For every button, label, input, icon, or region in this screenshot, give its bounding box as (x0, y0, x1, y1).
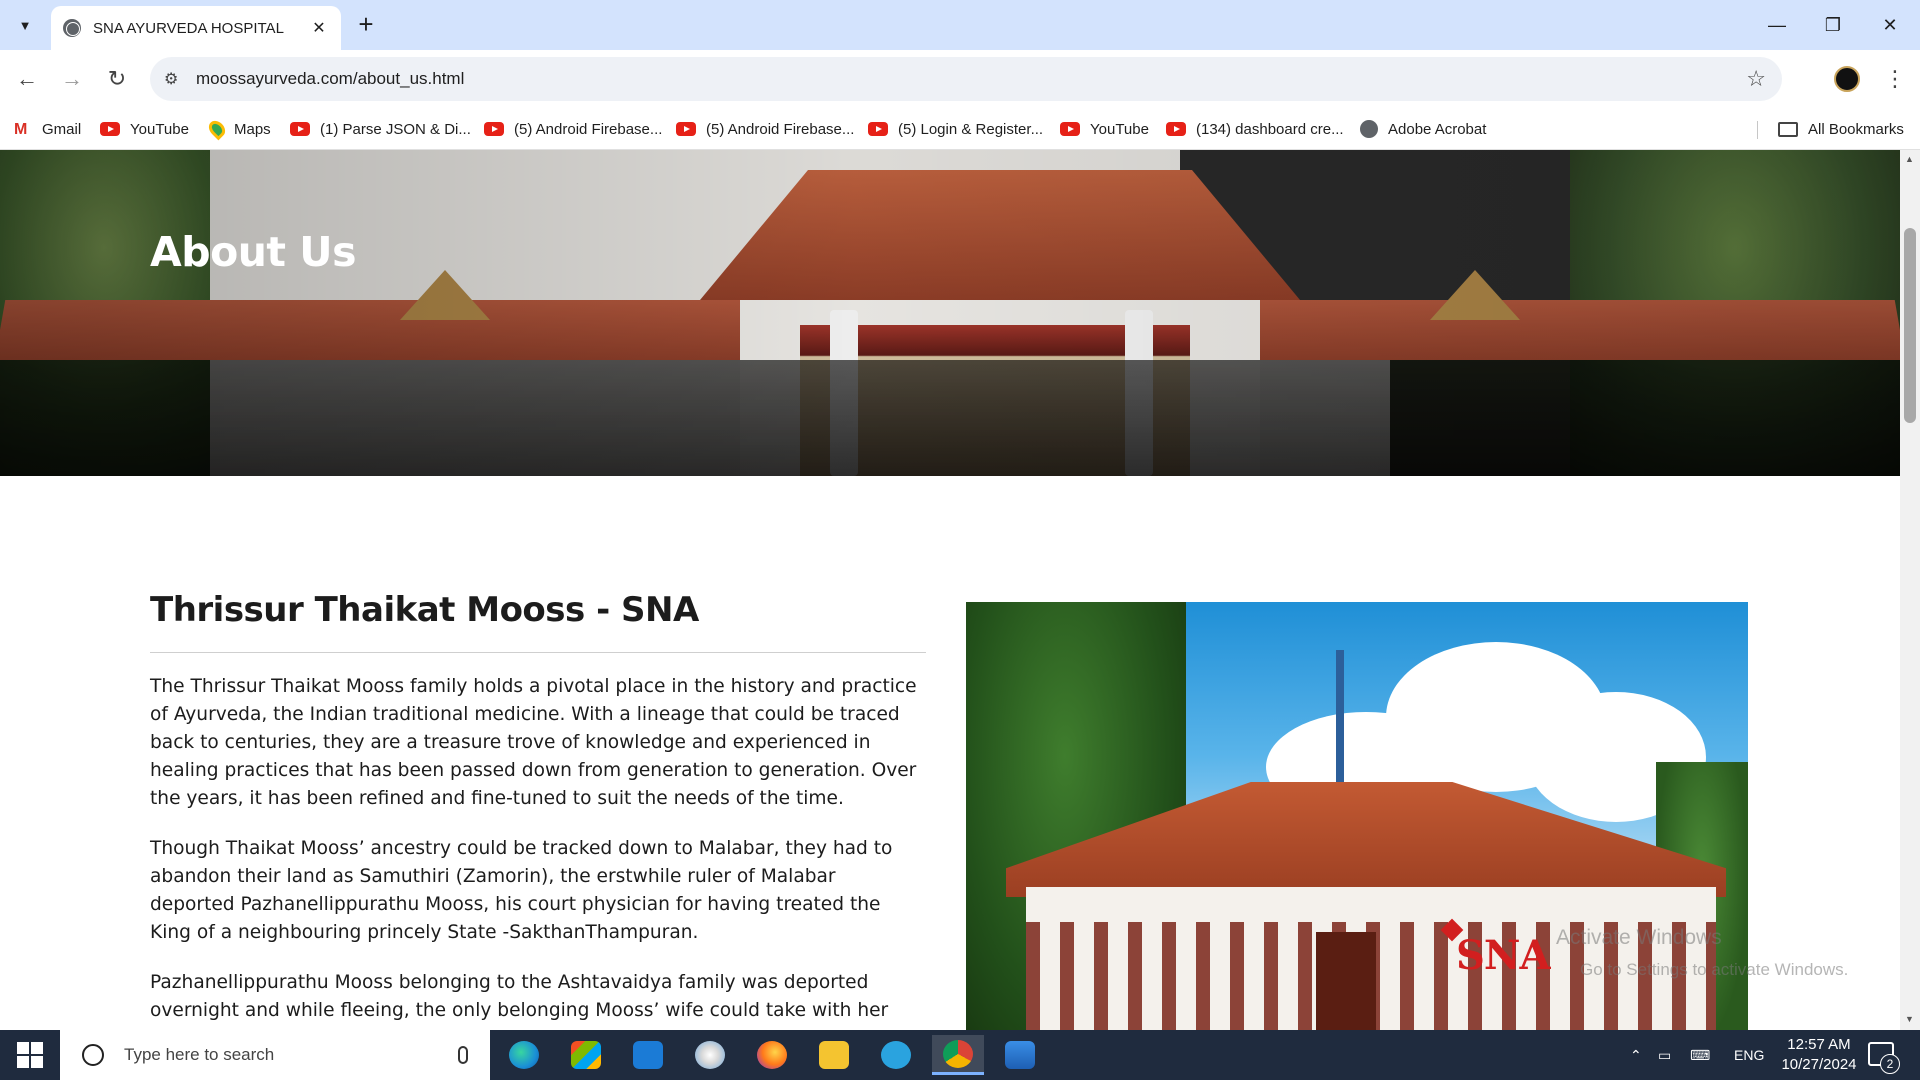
bookmark-youtube-2[interactable]: YouTube (1060, 117, 1149, 141)
tab-strip: ▼ SNA AYURVEDA HOSPITAL ✕ + — ❐ ✕ (0, 0, 1920, 50)
browser-toolbar: ← → ↻ ⚙ moossayurveda.com/about_us.html … (0, 50, 1920, 108)
paragraph: Though Thaikat Mooss’ ancestry could be … (150, 838, 893, 943)
gmail-icon: M (14, 120, 28, 138)
keyboard-icon[interactable]: ⌨ (1690, 1030, 1710, 1080)
folder-icon (1778, 121, 1798, 137)
scroll-up-icon[interactable]: ▲ (1905, 154, 1914, 164)
scroll-thumb[interactable] (1904, 228, 1916, 423)
language-indicator[interactable]: ENG (1734, 1030, 1764, 1080)
chevron-down-icon: ▼ (18, 17, 32, 33)
bookmark-android-firebase-2[interactable]: (5) Android Firebase... (676, 117, 854, 141)
windows-logo-icon (31, 1042, 43, 1054)
youtube-icon (1166, 122, 1186, 136)
close-window-button[interactable]: ✕ (1870, 8, 1910, 42)
bookmark-parse-json[interactable]: (1) Parse JSON & Di... (290, 117, 471, 141)
show-hidden-icons[interactable]: ⌃ (1630, 1030, 1642, 1080)
windows-logo-icon (17, 1056, 29, 1068)
bookmark-gmail[interactable]: M Gmail (14, 117, 81, 141)
bookmark-maps[interactable]: Maps (205, 117, 271, 141)
address-bar[interactable]: ⚙ moossayurveda.com/about_us.html ☆ (150, 57, 1782, 101)
bookmarks-bar: M Gmail YouTube Maps (1) Parse JSON & Di.… (0, 108, 1920, 150)
clock-date: 10/27/2024 (1781, 1056, 1857, 1073)
clock[interactable]: 12:57 AM 10/27/2024 (1764, 1035, 1874, 1075)
start-button[interactable] (10, 1040, 50, 1070)
taskbar-search[interactable]: Type here to search (60, 1030, 490, 1080)
activate-windows-title: Activate Windows (1556, 926, 1722, 949)
profile-avatar[interactable] (1834, 66, 1860, 92)
tab-close-icon[interactable]: ✕ (309, 18, 329, 38)
photo-tower (1336, 650, 1344, 790)
page-scrollbar[interactable]: ▲ ▼ (1900, 150, 1920, 1030)
new-tab-button[interactable]: + (352, 9, 380, 39)
search-placeholder: Type here to search (124, 1045, 275, 1064)
sna-logo: SNA (1456, 932, 1550, 979)
site-info-icon[interactable]: ⚙ (164, 69, 184, 89)
photos-icon[interactable] (994, 1035, 1046, 1075)
youtube-icon (676, 122, 696, 136)
hero-overlay (0, 150, 1900, 476)
paint-icon[interactable] (684, 1035, 736, 1075)
maps-icon (205, 117, 229, 141)
paragraph: The Thrissur Thaikat Mooss family holds … (150, 676, 917, 809)
bookmark-star-icon[interactable]: ☆ (1746, 66, 1766, 92)
bookmark-dashboard[interactable]: (134) dashboard cre... (1166, 117, 1344, 141)
scroll-down-icon[interactable]: ▼ (1905, 1014, 1914, 1024)
about-content: Thrissur Thaikat Mooss - SNA The Thrissu… (150, 590, 926, 1030)
telegram-icon[interactable] (870, 1035, 922, 1075)
windows-taskbar: Type here to search ⌃ ▭ ⌨ ENG 12:57 AM 1… (0, 1030, 1920, 1080)
bookmarks-divider (1757, 121, 1758, 139)
search-icon (82, 1044, 104, 1066)
hero-banner: About Us (0, 150, 1900, 476)
page-viewport: About Us Thrissur Thaikat Mooss - SNA Th… (0, 150, 1900, 1030)
section-title: Thrissur Thaikat Mooss - SNA (150, 590, 926, 653)
bookmark-adobe-acrobat[interactable]: Adobe Acrobat (1360, 117, 1486, 141)
firefox-icon[interactable] (746, 1035, 798, 1075)
tab-search-button[interactable]: ▼ (9, 10, 41, 40)
tab-title: SNA AYURVEDA HOSPITAL (93, 19, 284, 37)
back-button[interactable]: ← (10, 62, 44, 96)
activate-windows-subtitle: Go to Settings to activate Windows. (1580, 960, 1849, 979)
restore-button[interactable]: ❐ (1813, 8, 1853, 42)
edge-icon[interactable] (498, 1035, 550, 1075)
youtube-icon (484, 122, 504, 136)
youtube-icon (100, 122, 120, 136)
battery-icon[interactable]: ▭ (1658, 1030, 1671, 1080)
bookmark-youtube[interactable]: YouTube (100, 117, 189, 141)
minimize-button[interactable]: — (1757, 8, 1797, 42)
all-bookmarks-button[interactable]: All Bookmarks (1778, 117, 1904, 141)
youtube-icon (290, 122, 310, 136)
windows-logo-icon (17, 1042, 29, 1054)
youtube-icon (1060, 122, 1080, 136)
browser-tab[interactable]: SNA AYURVEDA HOSPITAL ✕ (51, 6, 341, 50)
mail-icon[interactable] (622, 1035, 674, 1075)
globe-icon (1360, 120, 1378, 138)
photo-door (1316, 932, 1376, 1030)
globe-icon (63, 19, 81, 37)
bookmark-login-register[interactable]: (5) Login & Register... (868, 117, 1043, 141)
browser-menu-icon[interactable]: ⋮ (1880, 62, 1910, 96)
store-icon[interactable] (560, 1035, 612, 1075)
bookmark-android-firebase-1[interactable]: (5) Android Firebase... (484, 117, 662, 141)
notification-badge: 2 (1880, 1054, 1900, 1074)
paragraph: Pazhanellippurathu Mooss belonging to th… (150, 972, 889, 1030)
file-explorer-icon[interactable] (808, 1035, 860, 1075)
microphone-icon[interactable] (458, 1046, 468, 1064)
page-title: About Us (150, 228, 357, 276)
forward-button[interactable]: → (55, 62, 89, 96)
reload-button[interactable]: ↻ (100, 62, 134, 96)
clock-time: 12:57 AM (1787, 1036, 1851, 1053)
chrome-icon[interactable] (932, 1035, 984, 1075)
youtube-icon (868, 122, 888, 136)
url-text[interactable]: moossayurveda.com/about_us.html (196, 69, 464, 89)
windows-logo-icon (31, 1056, 43, 1068)
